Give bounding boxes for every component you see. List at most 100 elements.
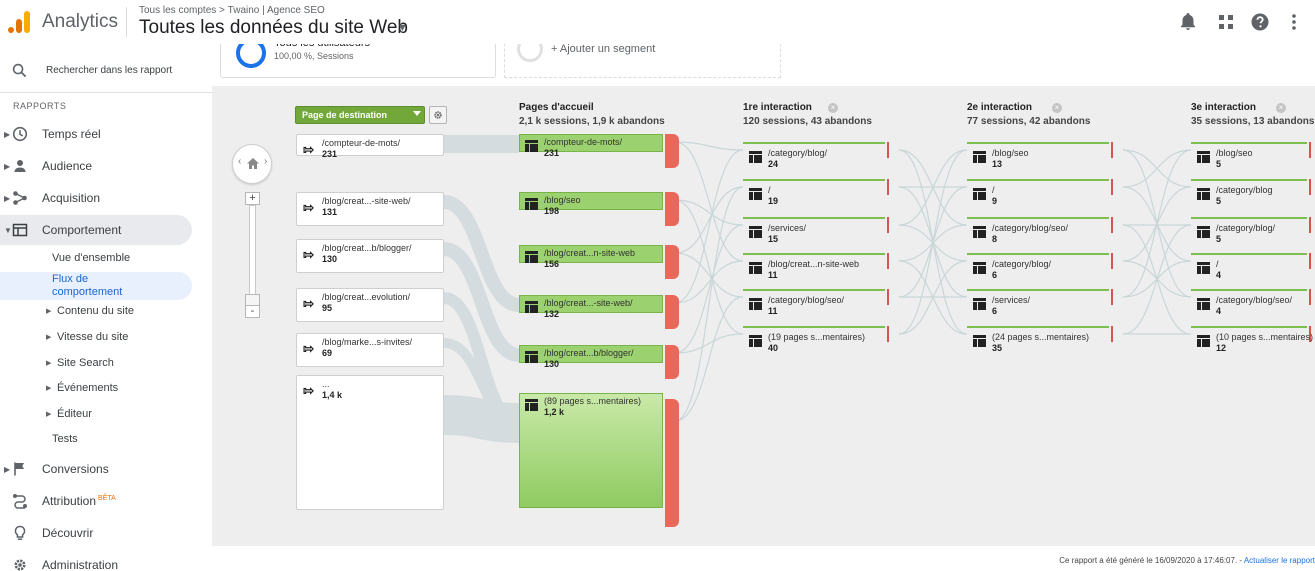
- flow-node[interactable]: /category/blog/seo/11: [743, 289, 893, 316]
- sidebar-item-behavior[interactable]: ▼ Comportement: [0, 215, 192, 245]
- flow-node[interactable]: /blog/seo 198: [519, 192, 679, 226]
- start-page-node[interactable]: ⇰... 1,4 k: [296, 375, 444, 510]
- sidebar-item-attribution[interactable]: Attribution BÊTA: [0, 486, 192, 516]
- flow-node[interactable]: /blog/creat...b/blogger/130: [519, 345, 679, 379]
- zoom-in-button[interactable]: +: [245, 192, 260, 205]
- dropoff-bar[interactable]: [887, 289, 889, 305]
- dropoff-bar[interactable]: [665, 134, 679, 168]
- flow-node[interactable]: (89 pages s...mentaires) 1,2 k: [519, 393, 679, 527]
- sidebar-item-audience[interactable]: ▶ Audience: [0, 151, 192, 181]
- start-page-node[interactable]: ⇰ /blog/creat...b/blogger/130: [296, 239, 444, 273]
- dimension-dropdown[interactable]: Page de destination: [295, 106, 425, 124]
- dropoff-bar[interactable]: [1111, 289, 1113, 305]
- report-search[interactable]: Rechercher dans les rapport: [0, 52, 212, 90]
- flow-node[interactable]: (24 pages s...mentaires) 35: [967, 326, 1117, 353]
- dropoff-bar[interactable]: [1111, 142, 1113, 158]
- flow-node[interactable]: /9: [967, 179, 1117, 206]
- sidebar-sub-overview[interactable]: Vue d'ensemble: [52, 252, 130, 264]
- segment-all-users[interactable]: Tous les utilisateurs 100,00 %, Sessions: [220, 37, 496, 78]
- start-page-node[interactable]: ⇰ /blog/creat...evolution/95: [296, 288, 444, 322]
- flow-node[interactable]: (19 pages s...mentaires) 40: [743, 326, 893, 353]
- page-node-icon-part: [1202, 230, 1210, 238]
- dropoff-bar[interactable]: [1111, 179, 1113, 195]
- dropoff-bar[interactable]: [1111, 326, 1113, 342]
- remove-step-icon[interactable]: ×: [828, 103, 838, 113]
- analytics-logo-icon[interactable]: [8, 9, 30, 33]
- dropoff-bar[interactable]: [665, 295, 679, 329]
- flow-settings-button[interactable]: [429, 106, 447, 124]
- dropoff-bar[interactable]: [887, 217, 889, 233]
- dropoff-bar[interactable]: [665, 192, 679, 226]
- remove-step-icon[interactable]: ×: [1276, 103, 1286, 113]
- sidebar-sub-events[interactable]: ▶ Événements: [46, 382, 118, 394]
- dropoff-bar[interactable]: [887, 253, 889, 269]
- sidebar-item-label: Conversions: [42, 462, 109, 476]
- dropoff-bar[interactable]: [1309, 253, 1311, 269]
- start-page-node[interactable]: ⇰ /compteur-de-mots/231: [296, 134, 444, 159]
- sidebar-sub-experiments[interactable]: Tests: [52, 433, 78, 445]
- refresh-report-link[interactable]: Actualiser le rapport: [1244, 556, 1315, 565]
- dropoff-bar[interactable]: [665, 245, 679, 279]
- flow-node[interactable]: /category/blog 5: [1191, 179, 1315, 206]
- sidebar-item-conversions[interactable]: ▶ Conversions: [0, 454, 192, 484]
- flow-node[interactable]: /services/15: [743, 217, 893, 244]
- sidebar-sub-site-speed[interactable]: ▶ Vitesse du site: [46, 331, 128, 343]
- dropoff-bar[interactable]: [887, 326, 889, 342]
- dropoff-bar[interactable]: [887, 142, 889, 158]
- start-page-node[interactable]: ⇰ /blog/marke...s-invites/69: [296, 333, 444, 367]
- dropoff-bar[interactable]: [1309, 179, 1311, 195]
- dropoff-bar[interactable]: [1309, 289, 1311, 305]
- notifications-icon[interactable]: [1178, 12, 1198, 32]
- sidebar-sub-site-search[interactable]: ▶ Site Search: [46, 357, 114, 369]
- pan-right-icon[interactable]: ›: [264, 156, 267, 167]
- flow-node[interactable]: (10 pages s...mentaires) 12: [1191, 326, 1315, 353]
- behavior-flow-canvas[interactable]: ‹ › + - Page de destination ⇰/compteur-d…: [214, 88, 1315, 546]
- pan-left-icon[interactable]: ‹: [238, 156, 241, 167]
- flow-node[interactable]: /category/blog/6: [967, 253, 1117, 280]
- dropoff-bar[interactable]: [665, 345, 679, 379]
- page-node-icon-part: [530, 202, 538, 210]
- remove-step-icon[interactable]: ×: [1052, 103, 1062, 113]
- sidebar-sub-site-content[interactable]: ▶ Contenu du site: [46, 305, 134, 317]
- dropoff-bar[interactable]: [887, 179, 889, 195]
- add-segment-button[interactable]: + Ajouter un segment: [504, 36, 781, 78]
- flow-node[interactable]: /4: [1191, 253, 1315, 280]
- node-page-name: /category/blog/: [992, 259, 1052, 269]
- breadcrumb-all-accounts[interactable]: Tous les comptes: [139, 5, 216, 16]
- flow-node[interactable]: /blog/creat...-site-web/132: [519, 295, 679, 329]
- view-dropdown-icon[interactable]: ▼: [397, 22, 408, 34]
- header-divider: [126, 7, 127, 37]
- dropoff-bar[interactable]: [1111, 253, 1113, 269]
- node-traffic-bar: [743, 289, 885, 291]
- flow-node[interactable]: /blog/creat...n-site-web 156: [519, 245, 679, 279]
- zoom-out-button[interactable]: -: [245, 305, 260, 318]
- flow-node[interactable]: /compteur-de-mots/231: [519, 134, 679, 168]
- flow-node[interactable]: /category/blog/24: [743, 142, 893, 169]
- help-icon[interactable]: [1250, 12, 1270, 32]
- flow-home-button[interactable]: ‹ ›: [232, 144, 272, 184]
- more-vert-icon[interactable]: [1284, 12, 1304, 32]
- flow-node[interactable]: /blog/seo 13: [967, 142, 1117, 169]
- flow-node[interactable]: /blog/seo 5: [1191, 142, 1315, 169]
- flow-node[interactable]: /category/blog/5: [1191, 217, 1315, 244]
- flow-node[interactable]: /blog/creat...n-site-web 11: [743, 253, 893, 280]
- sidebar-sub-publisher[interactable]: ▶ Éditeur: [46, 408, 92, 420]
- dropoff-bar[interactable]: [1111, 217, 1113, 233]
- sidebar-item-realtime[interactable]: ▶ Temps réel: [0, 119, 192, 149]
- breadcrumb-property[interactable]: Twaino | Agence SEO: [228, 5, 325, 16]
- dropoff-bar[interactable]: [1309, 217, 1311, 233]
- sidebar-sub-behavior-flow[interactable]: Flux de comportement: [52, 273, 152, 299]
- apps-icon[interactable]: [1216, 12, 1236, 32]
- flow-node[interactable]: /19: [743, 179, 893, 206]
- dropoff-bar[interactable]: [665, 399, 679, 527]
- start-page-node[interactable]: ⇰ /blog/creat...-site-web/131: [296, 192, 444, 226]
- flow-node[interactable]: /category/blog/seo/4: [1191, 289, 1315, 316]
- sidebar-item-admin[interactable]: Administration: [0, 550, 192, 571]
- flow-node[interactable]: /services/6: [967, 289, 1117, 316]
- view-selector[interactable]: Toutes les données du site Web: [139, 17, 408, 39]
- sidebar-item-discover[interactable]: Découvrir: [0, 518, 192, 548]
- sidebar-item-acquisition[interactable]: ▶ Acquisition: [0, 183, 192, 213]
- dropoff-bar[interactable]: [1309, 142, 1311, 158]
- account-breadcrumb[interactable]: Tous les comptes > Twaino | Agence SEO: [139, 5, 325, 16]
- flow-node[interactable]: /category/blog/seo/8: [967, 217, 1117, 244]
